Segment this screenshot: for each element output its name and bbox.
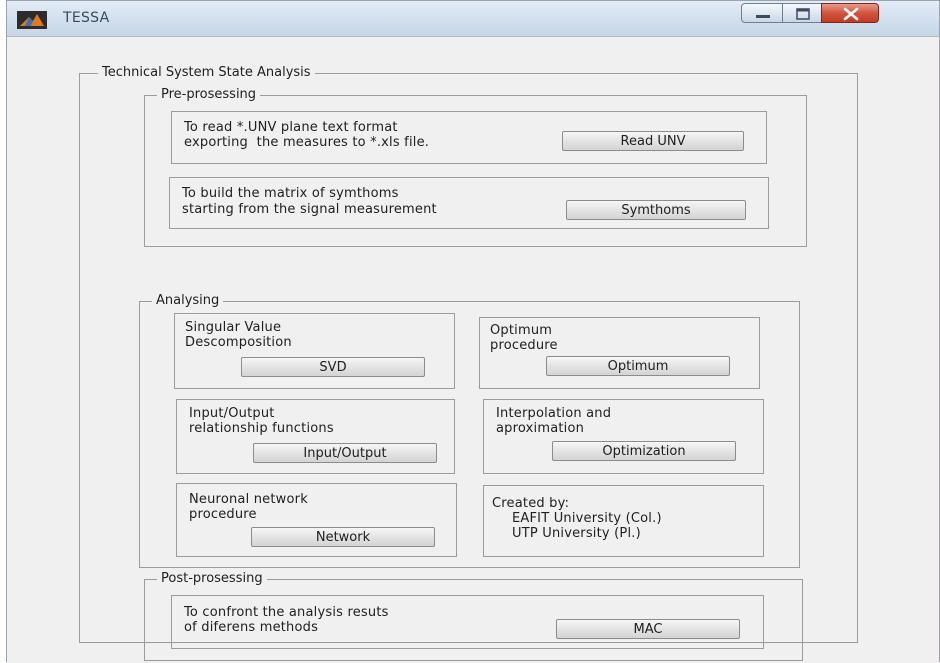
minimize-icon xyxy=(756,15,770,18)
read-unv-button[interactable]: Read UNV xyxy=(562,131,744,151)
svd-panel: Singular Value Descomposition SVD xyxy=(174,313,455,389)
read-unv-panel: To read *.UNV plane text format exportin… xyxy=(171,111,767,164)
symthoms-text-line2: starting from the signal measurement xyxy=(182,202,437,217)
read-unv-text-line1: To read *.UNV plane text format xyxy=(184,120,398,135)
mac-button[interactable]: MAC xyxy=(556,619,740,639)
title-bar[interactable]: TESSA xyxy=(7,1,939,37)
interpolation-text-line2: aproximation xyxy=(496,421,585,436)
matlab-logo-icon xyxy=(17,11,47,29)
tssa-group: Technical System State Analysis Pre-pros… xyxy=(79,65,858,661)
symthoms-button[interactable]: Symthoms xyxy=(566,200,746,220)
maximize-icon xyxy=(796,8,810,20)
mac-text-line1: To confront the analysis resuts xyxy=(184,605,389,620)
optimization-button[interactable]: Optimization xyxy=(552,441,736,461)
input-output-text-line2: relationship functions xyxy=(189,421,334,436)
interpolation-text-line1: Interpolation and xyxy=(496,406,612,421)
close-button[interactable] xyxy=(821,3,879,23)
mac-panel: To confront the analysis resuts of difer… xyxy=(171,595,764,649)
optimum-text-line1: Optimum xyxy=(490,323,553,338)
credits-panel: Created by: EAFIT University (Col.) UTP … xyxy=(483,485,764,557)
window-title: TESSA xyxy=(63,10,110,26)
read-unv-text-line2: exporting the measures to *.xls file. xyxy=(184,135,430,150)
postprocessing-group: Post-prosessing To confront the analysis… xyxy=(144,571,803,661)
app-window: TESSA Technical System State Analysis Pr… xyxy=(6,0,940,663)
symthoms-panel: To build the matrix of symthoms starting… xyxy=(169,177,769,229)
svd-button[interactable]: SVD xyxy=(241,357,425,377)
interpolation-panel: Interpolation and aproximation Optimizat… xyxy=(483,399,764,474)
analysing-group: Analysing Singular Value Descomposition … xyxy=(139,293,800,568)
input-output-panel: Input/Output relationship functions Inpu… xyxy=(176,399,455,474)
optimum-text-line2: procedure xyxy=(490,338,558,353)
mac-text-line2: of diferens methods xyxy=(184,620,319,635)
preprocessing-group: Pre-prosessing To read *.UNV plane text … xyxy=(144,87,807,247)
svd-text-line2: Descomposition xyxy=(185,335,292,350)
network-text-line2: procedure xyxy=(189,507,257,522)
credits-text-line2: EAFIT University (Col.) xyxy=(512,511,662,526)
credits-text-line1: Created by: xyxy=(492,496,570,511)
network-button[interactable]: Network xyxy=(251,527,435,547)
close-icon xyxy=(843,7,859,21)
preprocessing-title: Pre-prosessing xyxy=(157,87,261,103)
symthoms-text-line1: To build the matrix of symthoms xyxy=(182,186,399,201)
analysing-title: Analysing xyxy=(152,293,224,309)
minimize-button[interactable] xyxy=(741,3,783,23)
maximize-button[interactable] xyxy=(782,3,822,23)
input-output-button[interactable]: Input/Output xyxy=(253,443,437,463)
credits-text-line3: UTP University (Pl.) xyxy=(512,526,641,541)
client-area: Technical System State Analysis Pre-pros… xyxy=(7,37,939,663)
optimum-panel: Optimum procedure Optimum xyxy=(479,317,760,389)
network-text-line1: Neuronal network xyxy=(189,492,308,507)
svd-text-line1: Singular Value xyxy=(185,320,282,335)
optimum-button[interactable]: Optimum xyxy=(546,356,730,376)
postprocessing-title: Post-prosessing xyxy=(157,571,267,587)
tssa-group-title: Technical System State Analysis xyxy=(98,65,315,81)
input-output-text-line1: Input/Output xyxy=(189,406,275,421)
network-panel: Neuronal network procedure Network xyxy=(176,483,457,557)
